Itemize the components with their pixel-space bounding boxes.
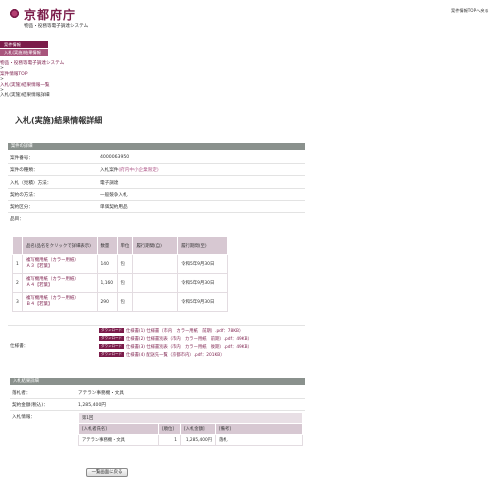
col-header-no: [12, 236, 23, 255]
bid-rank: 1: [158, 434, 181, 446]
spec-file-link[interactable]: 仕様書(1) 仕様書（市内 カラー用紙 前期）.pdf：78KB）: [126, 329, 243, 334]
row-number: 3: [12, 292, 23, 312]
detail-value-case-type: 入札案件(府内中小企業限定): [100, 167, 159, 173]
bid-round: 第1回: [78, 412, 303, 424]
detail-label-case-type: 案件の種類：: [10, 168, 38, 173]
item-qty: 290: [96, 292, 118, 312]
nav-item-case-info[interactable]: 案件情報: [0, 41, 48, 48]
back-to-list-button[interactable]: 一覧画面に戻る: [86, 468, 128, 477]
bid-col-amount: [入札金額]: [180, 423, 216, 435]
table-row: 2 複写機用紙（カラー用紙） Ａ４【若葉】 1,160 包 令和5年9月30日: [12, 273, 228, 293]
bid-header-row: [入札者氏名] [順位] [入札金額] [備考]: [78, 423, 303, 435]
col-header-from: 履行期間(自): [132, 236, 179, 255]
table-row: 1 複写機用紙（カラー用紙） Ａ３【若葉】 140 包 令和5年9月30日: [12, 254, 228, 274]
detail-label-contract-method: 契約の方法：: [10, 193, 38, 198]
bid-table: 第1回 [入札者氏名] [順位] [入札金額] [備考] アテラン事務機・文具 …: [78, 412, 303, 446]
breadcrumb-link-system[interactable]: 物品・役務等電子調達システム: [0, 61, 64, 66]
amount-label: 契約金額(税込)：: [12, 403, 48, 408]
bid-amount: 1,285,400円: [180, 434, 216, 446]
item-unit: 包: [116, 254, 134, 274]
download-badge[interactable]: ダウンロード: [99, 352, 124, 357]
item-unit: 包: [116, 292, 134, 312]
item-name-link[interactable]: 複写機用紙（カラー用紙） Ａ３【若葉】: [21, 254, 98, 274]
spec-download-item: ダウンロード 仕様書(3) 仕様書別表（市内 カラー用紙 後期）.pdf：49KB…: [99, 344, 252, 352]
spec-download-item: ダウンロード 仕様書(4) 配送先一覧（京都市内）.pdf：201KB）: [99, 352, 252, 360]
details-section-header: 案件の詳細: [8, 143, 305, 150]
spec-download-item: ダウンロード 仕様書(2) 仕様書別表（市内 カラー用紙 前期）.pdf：49KB…: [99, 336, 252, 344]
case-type-tag: (府内中小企業限定): [118, 168, 159, 173]
table-row: アテラン事務機・文具 1 1,285,400円 落札: [78, 434, 303, 446]
items-table-header-row: 品名(品名をクリックで詳細表示) 数量 単位 履行期間(自) 履行期間(至): [12, 236, 228, 255]
logo-text: 京都府庁: [24, 8, 77, 22]
page-title: 入札(実施)結果情報詳細: [15, 116, 103, 125]
detail-label-items: 品目：: [10, 217, 24, 222]
row-number: 2: [12, 273, 23, 293]
detail-label-bid-method: 入札（見積）方法：: [10, 181, 52, 186]
result-section-header: 入札結果詳細: [10, 378, 305, 385]
bid-col-rank: [順位]: [158, 423, 181, 435]
spec-download-item: ダウンロード 仕様書(1) 仕様書（市内 カラー用紙 前期）.pdf：78KB）: [99, 328, 252, 336]
item-from: [132, 254, 179, 274]
breadcrumb: 物品・役務等電子調達システム > 案件情報TOP > 入札(実施)結果情報一覧 …: [0, 61, 64, 99]
breadcrumb-current: 入札(実施)結果情報詳細: [0, 93, 50, 99]
download-badge[interactable]: ダウンロード: [99, 328, 124, 333]
item-from: [132, 292, 179, 312]
case-type-text: 入札案件: [100, 168, 119, 173]
item-qty: 140: [96, 254, 118, 274]
amount-value: 1,285,400円: [78, 403, 106, 408]
back-to-top-link[interactable]: 案件情報TOPへ戻る: [451, 8, 489, 14]
prefecture-emblem-icon: [8, 7, 21, 20]
spec-download-list: ダウンロード 仕様書(1) 仕様書（市内 カラー用紙 前期）.pdf：78KB） …: [99, 328, 252, 360]
bid-col-name: [入札者氏名]: [78, 423, 159, 435]
system-subtitle: 物品・役務等電子調達システム: [24, 24, 89, 29]
side-nav: 案件情報 入札(実施)結果情報: [0, 41, 48, 56]
detail-label-contract-class: 契約区分：: [10, 205, 33, 210]
table-row: 3 複写機用紙（カラー用紙） Ｂ４【若葉】 290 包 令和5年9月30日: [12, 292, 228, 312]
winner-value: アテラン事務機・文具: [78, 391, 124, 396]
col-header-to: 履行期間(至): [177, 236, 228, 255]
spec-label: 仕様書：: [10, 344, 29, 349]
bid-col-note: [備考]: [215, 423, 303, 435]
col-header-name: 品名(品名をクリックで詳細表示): [21, 236, 98, 255]
row-number: 1: [12, 254, 23, 274]
download-badge[interactable]: ダウンロード: [99, 336, 124, 341]
col-header-qty: 数量: [96, 236, 118, 255]
nav-item-bid-results[interactable]: 入札(実施)結果情報: [0, 49, 48, 56]
breadcrumb-link-result-list[interactable]: 入札(実施)結果情報一覧: [0, 83, 50, 88]
spec-file-link[interactable]: 仕様書(3) 仕様書別表（市内 カラー用紙 後期）.pdf：49KB）: [126, 345, 252, 350]
download-badge[interactable]: ダウンロード: [99, 344, 124, 349]
item-to: 令和5年9月30日: [177, 254, 228, 274]
detail-value-case-number: 4000063950: [100, 155, 130, 160]
item-from: [132, 273, 179, 293]
item-to: 令和5年9月30日: [177, 273, 228, 293]
item-unit: 包: [116, 273, 134, 293]
item-qty: 1,160: [96, 273, 118, 293]
bid-bidder-name: アテラン事務機・文具: [78, 434, 159, 446]
items-table: 品名(品名をクリックで詳細表示) 数量 単位 履行期間(自) 履行期間(至) 1…: [12, 236, 228, 312]
item-name-link[interactable]: 複写機用紙（カラー用紙） Ｂ４【若葉】: [21, 292, 98, 312]
kyoto-prefecture-logo: 京都府庁: [8, 5, 118, 25]
detail-value-bid-method: 電子調達: [100, 181, 119, 186]
bid-info-label: 入札情報：: [12, 415, 35, 420]
spec-file-link[interactable]: 仕様書(4) 配送先一覧（京都市内）.pdf：201KB）: [126, 353, 225, 358]
col-header-unit: 単位: [116, 236, 134, 255]
detail-value-contract-method: 一般競争入札: [100, 193, 128, 198]
item-name-link[interactable]: 複写機用紙（カラー用紙） Ａ４【若葉】: [21, 273, 98, 293]
spec-file-link[interactable]: 仕様書(2) 仕様書別表（市内 カラー用紙 前期）.pdf：49KB）: [126, 337, 252, 342]
item-to: 令和5年9月30日: [177, 292, 228, 312]
bid-note: 落札: [215, 434, 303, 446]
winner-label: 落札者：: [12, 391, 31, 396]
breadcrumb-link-case-top[interactable]: 案件情報TOP: [0, 72, 28, 77]
detail-label-case-number: 案件番号：: [10, 156, 33, 161]
detail-value-contract-class: 単価契約用品: [100, 205, 128, 210]
